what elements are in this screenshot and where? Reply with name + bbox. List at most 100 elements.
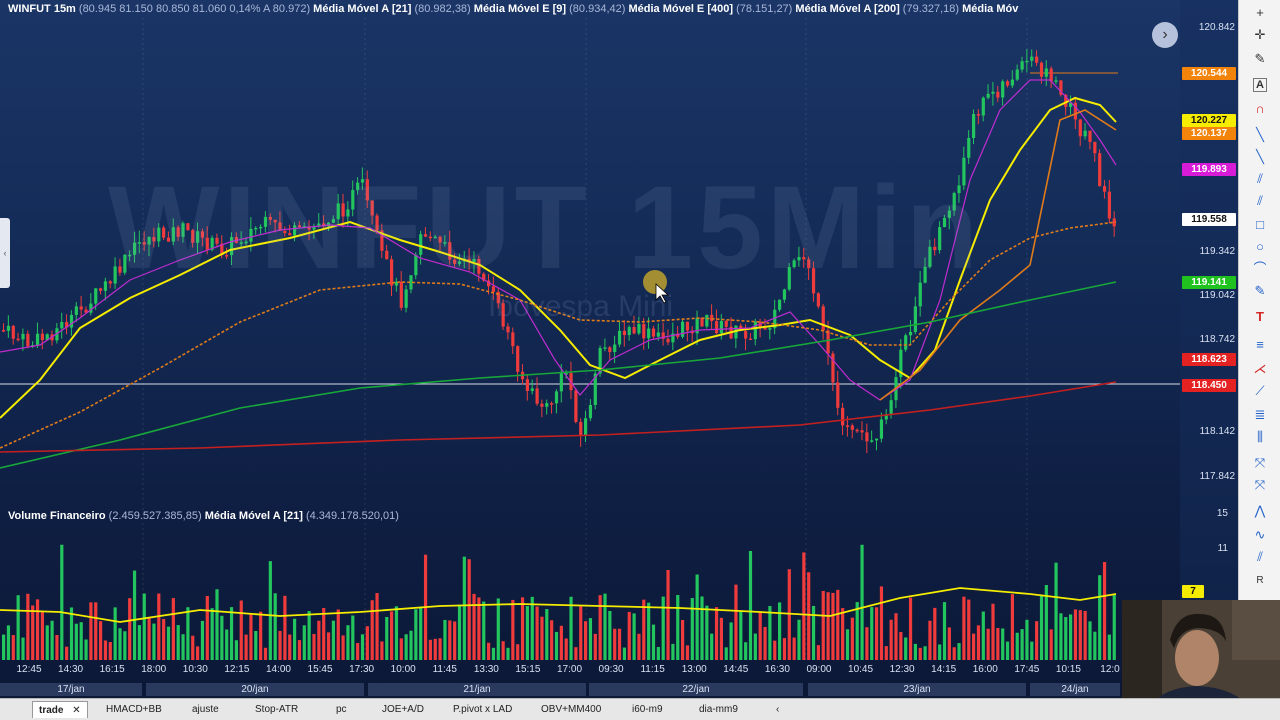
price-chart[interactable] bbox=[0, 0, 1180, 700]
volume-bar bbox=[181, 634, 185, 660]
zoom-area-icon[interactable]: ⤧ bbox=[1250, 454, 1270, 472]
tab-ajuste[interactable]: ajuste bbox=[186, 701, 225, 718]
volume-bar bbox=[94, 602, 98, 660]
tab-i60-m9[interactable]: i60-m9 bbox=[626, 701, 669, 718]
retracement-icon[interactable]: ≣ bbox=[1250, 406, 1270, 424]
volume-bar bbox=[811, 605, 816, 660]
volume-bar bbox=[942, 602, 947, 660]
candle-body bbox=[535, 388, 539, 404]
volume-bar bbox=[559, 625, 563, 660]
volume-bar bbox=[419, 606, 423, 660]
volume-bar bbox=[84, 639, 88, 660]
volume-bar bbox=[763, 626, 767, 660]
fibonacci-icon[interactable]: ≡ bbox=[1250, 336, 1270, 354]
tab-obv-mm400[interactable]: OBV+MM400 bbox=[535, 701, 607, 718]
measure-icon[interactable]: ⤧ bbox=[1250, 476, 1270, 494]
volume-bar bbox=[845, 629, 850, 660]
tab-stop-atr[interactable]: Stop-ATR bbox=[249, 701, 304, 718]
candle-body bbox=[545, 403, 549, 407]
volume-bar bbox=[331, 620, 335, 660]
volume-bar bbox=[850, 617, 854, 660]
candle-body bbox=[60, 321, 64, 329]
chart-area[interactable]: WINFUT 15Min Ibovespa Mini WINFUT 15m (8… bbox=[0, 0, 1180, 700]
cycle-icon[interactable]: ⫽ bbox=[1250, 548, 1270, 566]
volume-bar bbox=[443, 619, 447, 660]
candle-body bbox=[1030, 56, 1034, 61]
volume-bar bbox=[210, 608, 214, 660]
volume-bar bbox=[385, 616, 389, 660]
tab-scroll-left[interactable]: ‹ bbox=[770, 701, 785, 718]
volume-bar bbox=[390, 611, 394, 660]
tab-ppivot-lad[interactable]: P.pivot x LAD bbox=[447, 701, 518, 718]
wave-icon[interactable]: ∿ bbox=[1250, 526, 1270, 544]
candle-body bbox=[850, 425, 854, 430]
volume-bar bbox=[457, 604, 462, 660]
volume-bar bbox=[705, 605, 709, 660]
candle-body bbox=[622, 330, 626, 336]
volume-bar bbox=[647, 602, 651, 660]
tab-pc[interactable]: pc bbox=[330, 701, 353, 718]
volume-bar bbox=[918, 647, 922, 660]
text-a-icon[interactable]: A bbox=[1253, 78, 1267, 92]
volume-bar bbox=[671, 643, 675, 660]
close-icon[interactable]: ✕ bbox=[72, 705, 80, 716]
crosshair-icon[interactable]: ✛ bbox=[1250, 26, 1270, 44]
fan-icon[interactable]: ⋌ bbox=[1250, 360, 1270, 378]
pitchfork-icon[interactable]: ⟋ bbox=[1250, 382, 1270, 400]
time-label: 16:30 bbox=[764, 664, 790, 675]
volume-bar bbox=[239, 600, 243, 660]
volume-bar bbox=[200, 620, 205, 660]
volume-bar bbox=[574, 647, 578, 660]
rectangle-icon[interactable]: □ bbox=[1250, 216, 1270, 234]
volume-bar bbox=[414, 609, 418, 660]
ma3-label: Média Móvel E [400] bbox=[628, 3, 734, 15]
volume-bar bbox=[147, 617, 151, 660]
pen-icon[interactable]: ✎ bbox=[1250, 282, 1270, 300]
volume-bar bbox=[496, 598, 500, 660]
tab-dia-mm9[interactable]: dia-mm9 bbox=[693, 701, 744, 718]
volume-bar bbox=[360, 634, 365, 660]
parallel-lines-icon[interactable]: ⫽ bbox=[1250, 170, 1270, 188]
plus-icon[interactable]: + bbox=[1250, 4, 1270, 22]
volume-bar bbox=[118, 628, 122, 660]
panel-collapse-handle[interactable]: ‹ bbox=[0, 218, 10, 288]
candle-body bbox=[967, 137, 971, 158]
volume-bar bbox=[797, 619, 801, 660]
volume-bar bbox=[79, 622, 83, 660]
scroll-right-button[interactable]: › bbox=[1152, 22, 1178, 48]
volume-bar bbox=[981, 611, 985, 660]
ma1-label: Média Móvel A [21] bbox=[313, 3, 412, 15]
ma3-value: (78.151,27) bbox=[736, 3, 793, 15]
tab-hmacd-bb[interactable]: HMACD+BB bbox=[100, 701, 168, 718]
volume-bar bbox=[40, 612, 44, 660]
volume-bar bbox=[196, 646, 200, 660]
volume-bar bbox=[525, 606, 529, 660]
channel-icon[interactable]: ⫽ bbox=[1250, 192, 1270, 210]
candle-body bbox=[6, 325, 11, 331]
gann-icon[interactable]: ⫼ bbox=[1250, 428, 1270, 446]
volume-bar bbox=[622, 647, 626, 660]
volume-bar bbox=[351, 615, 355, 660]
text-t-icon[interactable]: T bbox=[1250, 308, 1270, 326]
time-label: 14:45 bbox=[723, 664, 749, 675]
cursor-icon[interactable]: ✎ bbox=[1250, 50, 1270, 68]
tab-joe-ad[interactable]: JOE+A/D bbox=[376, 701, 430, 718]
candle-body bbox=[584, 418, 588, 436]
volume-bar bbox=[55, 634, 59, 660]
time-label: 10:00 bbox=[390, 664, 416, 675]
volume-bar bbox=[6, 625, 11, 660]
volume-bar bbox=[220, 615, 224, 660]
ellipse-icon[interactable]: ○ bbox=[1250, 238, 1270, 256]
magnet-icon[interactable]: ∩ bbox=[1250, 100, 1270, 118]
volume-bar bbox=[748, 550, 753, 660]
ruler-icon[interactable]: R bbox=[1250, 572, 1270, 590]
ray-icon[interactable]: ╲ bbox=[1250, 148, 1270, 166]
tab-trade[interactable]: trade ✕ bbox=[32, 701, 88, 718]
time-label: 17:30 bbox=[349, 664, 375, 675]
line-icon[interactable]: ╲ bbox=[1250, 126, 1270, 144]
elliott-icon[interactable]: ⋀ bbox=[1250, 502, 1270, 520]
volume-bar bbox=[433, 638, 437, 660]
brush-icon[interactable]: ⌒ bbox=[1250, 260, 1270, 278]
price-tag: 118.623 bbox=[1182, 353, 1236, 366]
volume-bar bbox=[205, 595, 209, 660]
